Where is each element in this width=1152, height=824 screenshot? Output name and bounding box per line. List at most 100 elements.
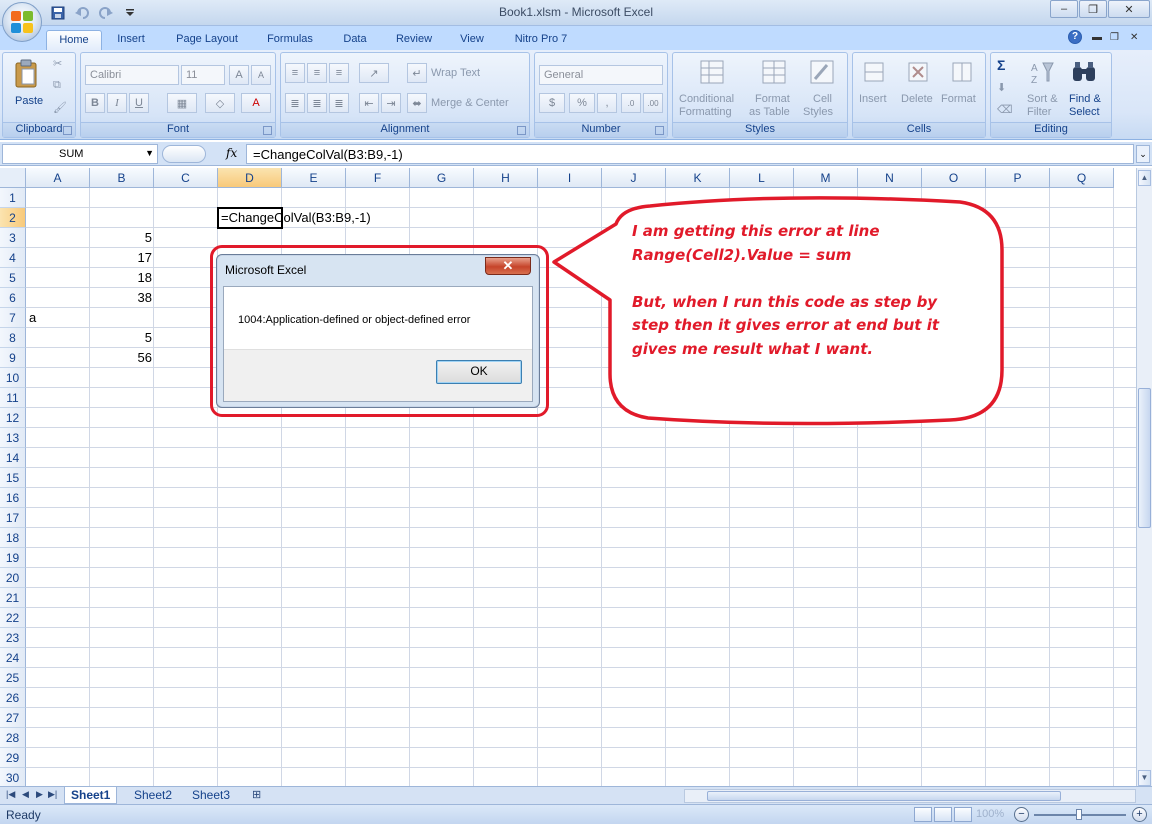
row-header-25[interactable]: 25 — [0, 668, 26, 688]
font-size-box[interactable]: 11 — [181, 65, 225, 85]
minimize-button[interactable]: – — [1050, 0, 1078, 18]
align-middle-icon[interactable]: ≡ — [307, 63, 327, 83]
cell-b8[interactable]: 5 — [90, 328, 154, 348]
column-header-d[interactable]: D — [218, 168, 282, 188]
column-header-l[interactable]: L — [730, 168, 794, 188]
cell-b5[interactable]: 18 — [90, 268, 154, 288]
insert-sheet-icon[interactable]: ⊞ — [252, 788, 261, 801]
column-header-j[interactable]: J — [602, 168, 666, 188]
horizontal-scroll-thumb[interactable] — [707, 791, 1061, 801]
increase-decimal-icon[interactable]: .0 — [621, 93, 641, 113]
restore-button[interactable]: ❐ — [1079, 0, 1107, 18]
zoom-level[interactable]: 100% — [976, 808, 1004, 820]
first-sheet-icon[interactable]: |◀ — [6, 789, 15, 800]
tab-insert[interactable]: Insert — [108, 30, 154, 50]
column-header-g[interactable]: G — [410, 168, 474, 188]
align-top-icon[interactable]: ≡ — [285, 63, 305, 83]
row-header-26[interactable]: 26 — [0, 688, 26, 708]
tab-home[interactable]: Home — [46, 30, 102, 50]
tab-formulas[interactable]: Formulas — [256, 30, 324, 50]
column-header-n[interactable]: N — [858, 168, 922, 188]
zoom-in-button[interactable]: + — [1132, 807, 1147, 822]
prev-sheet-icon[interactable]: ◀ — [22, 789, 29, 800]
paste-icon[interactable] — [11, 59, 41, 89]
fill-icon[interactable]: ⬇ — [997, 81, 1006, 94]
fill-color-icon[interactable]: ◇ — [205, 93, 235, 113]
column-header-p[interactable]: P — [986, 168, 1050, 188]
column-header-e[interactable]: E — [282, 168, 346, 188]
select-all-corner[interactable] — [0, 168, 26, 188]
align-bottom-icon[interactable]: ≡ — [329, 63, 349, 83]
row-header-27[interactable]: 27 — [0, 708, 26, 728]
workbook-close-icon[interactable]: ✕ — [1130, 32, 1138, 43]
italic-button[interactable]: I — [107, 93, 127, 113]
row-header-15[interactable]: 15 — [0, 468, 26, 488]
formula-input[interactable]: =ChangeColVal(B3:B9,-1) — [246, 144, 1134, 164]
name-box[interactable]: SUM ▼ — [2, 144, 158, 164]
workbook-minimize-icon[interactable]: ▬ — [1092, 32, 1102, 43]
bold-button[interactable]: B — [85, 93, 105, 113]
help-icon[interactable]: ? — [1068, 30, 1082, 44]
sort-filter-icon[interactable]: AZ — [1027, 57, 1057, 87]
cell-styles-label-2[interactable]: Styles — [803, 106, 833, 118]
orientation-icon[interactable]: ↗ — [359, 63, 389, 83]
wrap-text-button[interactable]: Wrap Text — [431, 67, 480, 79]
copy-icon[interactable]: ⧉ — [53, 79, 61, 92]
number-launcher-icon[interactable] — [655, 126, 664, 135]
column-header-q[interactable]: Q — [1050, 168, 1114, 188]
column-header-f[interactable]: F — [346, 168, 410, 188]
sort-filter-label-1[interactable]: Sort & — [1027, 93, 1058, 105]
tab-view[interactable]: View — [452, 30, 492, 50]
autosum-button[interactable]: Σ — [997, 57, 1005, 73]
column-header-b[interactable]: B — [90, 168, 154, 188]
tab-review[interactable]: Review — [388, 30, 440, 50]
font-color-icon[interactable]: A — [241, 93, 271, 113]
ok-button[interactable]: OK — [436, 360, 522, 384]
column-header-c[interactable]: C — [154, 168, 218, 188]
find-select-label-2[interactable]: Select — [1069, 106, 1100, 118]
format-as-table-label-2[interactable]: as Table — [749, 106, 790, 118]
cut-icon[interactable]: ✂ — [53, 57, 62, 70]
column-header-o[interactable]: O — [922, 168, 986, 188]
cell-styles-label-1[interactable]: Cell — [813, 93, 832, 105]
find-select-icon[interactable] — [1069, 57, 1099, 87]
format-painter-icon[interactable]: 🖌 — [53, 101, 67, 114]
delete-cells-icon[interactable] — [903, 57, 933, 87]
font-name-box[interactable]: Calibri — [85, 65, 179, 85]
row-header-7[interactable]: 7 — [0, 308, 26, 328]
row-header-2[interactable]: 2 — [0, 208, 26, 228]
merge-center-button[interactable]: Merge & Center — [431, 97, 509, 109]
conditional-formatting-label-1[interactable]: Conditional — [679, 93, 734, 105]
align-right-icon[interactable]: ≣ — [329, 93, 349, 113]
row-header-29[interactable]: 29 — [0, 748, 26, 768]
sheet-tab-3[interactable]: Sheet3 — [186, 787, 236, 804]
decrease-indent-icon[interactable]: ⇤ — [359, 93, 379, 113]
scroll-down-icon[interactable]: ▼ — [1138, 770, 1151, 786]
row-header-22[interactable]: 22 — [0, 608, 26, 628]
alignment-launcher-icon[interactable] — [517, 126, 526, 135]
zoom-out-button[interactable]: − — [1014, 807, 1029, 822]
cell-b4[interactable]: 17 — [90, 248, 154, 268]
wrap-text-icon[interactable]: ↵ — [407, 63, 427, 83]
row-header-5[interactable]: 5 — [0, 268, 26, 288]
tab-page-layout[interactable]: Page Layout — [166, 30, 248, 50]
row-header-30[interactable]: 30 — [0, 768, 26, 788]
align-left-icon[interactable]: ≣ — [285, 93, 305, 113]
row-header-20[interactable]: 20 — [0, 568, 26, 588]
underline-button[interactable]: U — [129, 93, 149, 113]
clear-icon[interactable]: ⌫ — [997, 103, 1013, 116]
name-box-dropdown-icon[interactable]: ▼ — [145, 148, 154, 158]
column-header-k[interactable]: K — [666, 168, 730, 188]
scroll-up-icon[interactable]: ▲ — [1138, 170, 1151, 186]
cell-a7[interactable]: a — [29, 308, 36, 328]
column-header-h[interactable]: H — [474, 168, 538, 188]
row-header-18[interactable]: 18 — [0, 528, 26, 548]
conditional-formatting-icon[interactable] — [697, 57, 727, 87]
font-launcher-icon[interactable] — [263, 126, 272, 135]
close-window-button[interactable]: ✕ — [1108, 0, 1150, 18]
borders-icon[interactable]: ▦ — [167, 93, 197, 113]
clipboard-launcher-icon[interactable] — [63, 126, 72, 135]
row-header-9[interactable]: 9 — [0, 348, 26, 368]
insert-button[interactable]: Insert — [859, 93, 887, 105]
row-header-21[interactable]: 21 — [0, 588, 26, 608]
